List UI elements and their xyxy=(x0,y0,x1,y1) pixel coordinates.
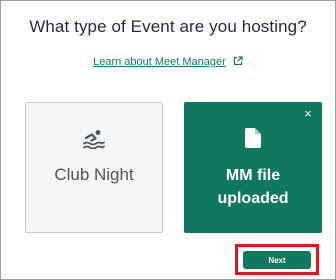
mm-file-label-line1: MM file xyxy=(225,167,281,184)
swimmer-icon xyxy=(26,129,162,149)
mm-file-uploaded-label: MM file uploaded xyxy=(184,164,322,210)
external-link-icon xyxy=(233,56,243,66)
event-type-dialog: What type of Event are you hosting? Lear… xyxy=(0,0,336,280)
club-night-label: Club Night xyxy=(54,165,134,184)
learn-about-meet-manager-link[interactable]: Learn about Meet Manager xyxy=(1,56,335,68)
learn-link-label: Learn about Meet Manager xyxy=(93,56,226,68)
dialog-title: What type of Event are you hosting? xyxy=(29,17,307,36)
mm-file-label-line2: uploaded xyxy=(217,190,289,207)
mm-file-uploaded-card[interactable]: × MM file uploaded xyxy=(184,102,322,233)
next-button[interactable]: Next xyxy=(243,251,311,269)
close-icon[interactable]: × xyxy=(300,106,316,122)
document-icon xyxy=(184,128,322,148)
club-night-card[interactable]: Club Night xyxy=(25,102,163,233)
